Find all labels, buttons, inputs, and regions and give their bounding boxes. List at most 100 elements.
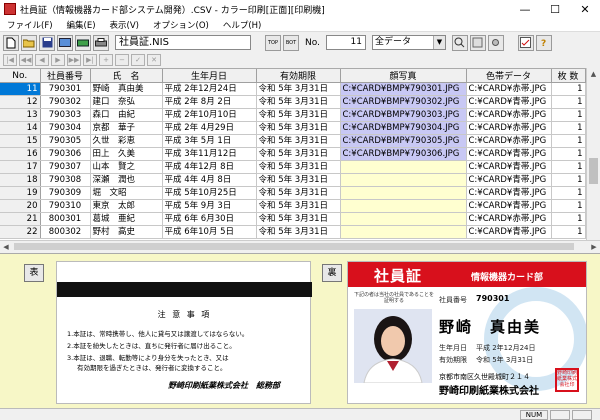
cancel-icon[interactable]: ✕ <box>147 54 161 66</box>
maximize-button[interactable]: ☐ <box>540 0 570 18</box>
cell-expiry[interactable]: 令和 5年 3月31日 <box>256 225 341 239</box>
cell-count[interactable]: 1 <box>551 225 586 239</box>
cell-emp-no[interactable]: 790302 <box>40 95 91 109</box>
cell-count[interactable]: 1 <box>551 108 586 122</box>
back-side-button[interactable]: 裏 <box>322 264 342 282</box>
col-header-emp-no[interactable]: 社員番号 <box>40 69 91 83</box>
cell-count[interactable]: 1 <box>551 95 586 109</box>
cell-birth[interactable]: 平成 3年 5月 1日 <box>162 134 257 148</box>
cell-birth[interactable]: 平成 2年12月24日 <box>162 82 257 96</box>
confirm-icon[interactable]: ✓ <box>131 54 145 66</box>
layout-file-field[interactable]: 社員証.NIS <box>115 35 251 50</box>
cell-color-band[interactable]: C:¥CARD¥青帯.JPG <box>466 95 552 109</box>
grid-vertical-scrollbar[interactable]: ▲ <box>586 68 600 240</box>
cell-count[interactable]: 1 <box>551 186 586 200</box>
cell-photo[interactable]: C:¥CARD¥BMP¥790304.JPG <box>340 121 467 135</box>
cell-photo[interactable]: C:¥CARD¥BMP¥790301.JPG <box>340 82 467 96</box>
cell-expiry[interactable]: 令和 5年 3月31日 <box>256 186 341 200</box>
front-side-button[interactable]: 表 <box>24 264 44 282</box>
insert-row-icon[interactable]: + <box>99 54 113 66</box>
cell-no[interactable]: 13 <box>0 108 41 122</box>
grid-horizontal-scrollbar[interactable]: ◀ ▶ <box>0 240 600 252</box>
cell-photo[interactable] <box>340 173 467 187</box>
cell-photo[interactable]: C:¥CARD¥BMP¥790302.JPG <box>340 95 467 109</box>
cell-emp-no[interactable]: 790308 <box>40 173 91 187</box>
cell-name[interactable]: 建口 奈弘 <box>90 95 163 109</box>
cell-photo[interactable] <box>340 199 467 213</box>
cell-emp-no[interactable]: 800301 <box>40 212 91 226</box>
col-header-expiry[interactable]: 有効期限 <box>256 69 341 83</box>
cell-no[interactable]: 12 <box>0 95 41 109</box>
cell-color-band[interactable]: C:¥CARD¥青帯.JPG <box>466 225 552 239</box>
data-edit-icon[interactable] <box>469 34 486 51</box>
print-preview-icon[interactable] <box>75 34 91 51</box>
cell-name[interactable]: 森口 由紀 <box>90 108 163 122</box>
cell-photo[interactable] <box>340 186 467 200</box>
cell-birth[interactable]: 平成 5年10月25日 <box>162 186 257 200</box>
card-icon[interactable] <box>57 34 73 51</box>
cell-count[interactable]: 1 <box>551 160 586 174</box>
cell-count[interactable]: 1 <box>551 199 586 213</box>
cell-count[interactable]: 1 <box>551 82 586 96</box>
cell-no[interactable]: 14 <box>0 121 41 135</box>
cell-emp-no[interactable]: 790310 <box>40 199 91 213</box>
cell-expiry[interactable]: 令和 5年 3月31日 <box>256 199 341 213</box>
menu-view[interactable]: 表示(V) <box>103 19 146 31</box>
cell-emp-no[interactable]: 790305 <box>40 134 91 148</box>
next-record-icon[interactable]: ▶ <box>51 54 65 66</box>
scrollbar-thumb[interactable] <box>589 158 598 184</box>
table-row[interactable]: 17 790307 山本 賢之 平成 4年12月 8日 令和 5年 3月31日 C:¥CA… <box>0 160 586 174</box>
cell-name[interactable]: 山本 賢之 <box>90 160 163 174</box>
scroll-left-icon[interactable]: ◀ <box>0 241 12 253</box>
menu-edit[interactable]: 編集(E) <box>60 19 103 31</box>
scroll-right-icon[interactable]: ▶ <box>588 241 600 253</box>
cell-expiry[interactable]: 令和 5年 3月31日 <box>256 160 341 174</box>
col-header-photo[interactable]: 顔写真 <box>340 69 467 83</box>
table-row[interactable]: 13 790303 森口 由紀 平成 2年10月10日 令和 5年 3月31日 C:¥CA… <box>0 108 586 122</box>
col-header-count[interactable]: 枚 数 <box>551 69 586 83</box>
menu-options[interactable]: オプション(O) <box>146 19 216 31</box>
cell-name[interactable]: 深瀬 潤也 <box>90 173 163 187</box>
cell-expiry[interactable]: 令和 5年 3月31日 <box>256 95 341 109</box>
cell-emp-no[interactable]: 790309 <box>40 186 91 200</box>
cell-photo[interactable] <box>340 212 467 226</box>
table-row[interactable]: 12 790302 建口 奈弘 平成 2年 8月 2日 令和 5年 3月31日 C:¥CA… <box>0 95 586 109</box>
cell-count[interactable]: 1 <box>551 147 586 161</box>
cell-emp-no[interactable]: 790303 <box>40 108 91 122</box>
print-icon[interactable] <box>93 34 109 51</box>
cell-color-band[interactable]: C:¥CARD¥赤帯.JPG <box>466 108 552 122</box>
cell-birth[interactable]: 平成 6年10月 5日 <box>162 225 257 239</box>
table-row[interactable]: 21 800301 葛城 亜紀 平成 6年 6月30日 令和 5年 3月31日 C:¥CA… <box>0 212 586 226</box>
menu-help[interactable]: ヘルプ(H) <box>216 19 269 31</box>
cell-birth[interactable]: 平成 3年11月12日 <box>162 147 257 161</box>
cell-photo[interactable]: C:¥CARD¥BMP¥790306.JPG <box>340 147 467 161</box>
top-record-button[interactable]: TOP <box>265 34 281 51</box>
cell-expiry[interactable]: 令和 5年 3月31日 <box>256 134 341 148</box>
col-header-name[interactable]: 氏 名 <box>90 69 163 83</box>
table-row[interactable]: 19 790309 堀 文昭 平成 5年10月25日 令和 5年 3月31日 C:¥CAR… <box>0 186 586 200</box>
table-row[interactable]: 20 790310 東京 太郎 平成 5年 9月 3日 令和 5年 3月31日 C:¥CA… <box>0 199 586 213</box>
bottom-record-button[interactable]: BOT <box>283 34 299 51</box>
cell-color-band[interactable]: C:¥CARD¥青帯.JPG <box>466 173 552 187</box>
cell-emp-no[interactable]: 790304 <box>40 121 91 135</box>
table-row[interactable]: 11 790301 野崎 真由美 平成 2年12月24日 令和 5年 3月31日 C:¥C… <box>0 82 586 96</box>
cell-no[interactable]: 21 <box>0 212 41 226</box>
record-no-field[interactable]: 11 <box>325 35 366 50</box>
table-row[interactable]: 15 790305 久世 彩恵 平成 3年 5月 1日 令和 5年 3月31日 C:¥CA… <box>0 134 586 148</box>
settings-icon[interactable] <box>487 34 504 51</box>
cell-color-band[interactable]: C:¥CARD¥赤帯.JPG <box>466 212 552 226</box>
cell-count[interactable]: 1 <box>551 134 586 148</box>
cell-photo[interactable]: C:¥CARD¥BMP¥790305.JPG <box>340 134 467 148</box>
table-row[interactable]: 22 800302 野村 高史 平成 6年10月 5日 令和 5年 3月31日 C:¥CA… <box>0 225 586 239</box>
cell-no[interactable]: 18 <box>0 173 41 187</box>
cell-birth[interactable]: 平成 2年10月10日 <box>162 108 257 122</box>
cell-no[interactable]: 17 <box>0 160 41 174</box>
cell-color-band[interactable]: C:¥CARD¥青帯.JPG <box>466 186 552 200</box>
cell-name[interactable]: 田上 久美 <box>90 147 163 161</box>
cell-color-band[interactable]: C:¥CARD¥青帯.JPG <box>466 199 552 213</box>
cell-photo[interactable] <box>340 160 467 174</box>
table-row[interactable]: 16 790306 田上 久美 平成 3年11月12日 令和 5年 3月31日 C:¥CA… <box>0 147 586 161</box>
chevron-down-icon[interactable]: ▼ <box>432 36 445 49</box>
table-row[interactable]: 18 790308 深瀬 潤也 平成 4年 4月 8日 令和 5年 3月31日 C:¥CA… <box>0 173 586 187</box>
help-icon[interactable]: ? <box>535 34 552 51</box>
